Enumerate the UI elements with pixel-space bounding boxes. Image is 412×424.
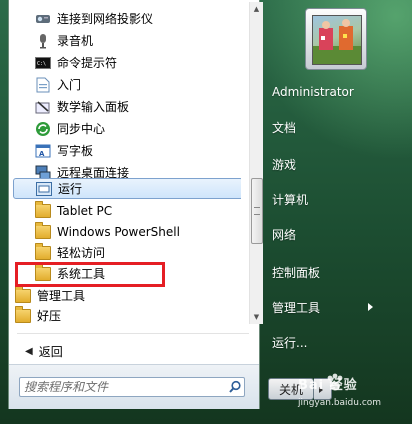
- program-folder-haozip[interactable]: 好压: [13, 305, 241, 326]
- right-item-documents[interactable]: 文档: [272, 117, 296, 137]
- program-list-scrollbar[interactable]: ▲ ▼: [249, 2, 263, 324]
- program-item-command-prompt[interactable]: C:\ 命令提示符: [13, 52, 241, 73]
- program-item-sync-center[interactable]: 同步中心: [13, 118, 241, 139]
- program-label: Windows PowerShell: [57, 224, 180, 239]
- program-label: 入门: [57, 78, 82, 92]
- scroll-down-arrow-icon[interactable]: ▼: [250, 310, 263, 324]
- program-label: Tablet PC: [57, 203, 113, 218]
- search-box[interactable]: [19, 377, 245, 397]
- svg-text:C:\: C:\: [37, 61, 46, 67]
- projector-icon: [35, 11, 51, 27]
- program-label: 命令提示符: [57, 56, 118, 70]
- program-label: 同步中心: [57, 122, 106, 136]
- back-arrow-icon: ◀: [25, 345, 33, 357]
- program-label: 写字板: [57, 144, 94, 158]
- folder-icon: [15, 305, 31, 324]
- program-item-math-input-panel[interactable]: 数学输入面板: [13, 96, 241, 117]
- program-item-sound-recorder[interactable]: 录音机: [13, 30, 241, 51]
- right-item-games[interactable]: 游戏: [272, 154, 296, 174]
- folder-icon: [15, 285, 31, 304]
- watermark-url: jingyan.baidu.com: [298, 398, 382, 408]
- baidu-watermark: Bai 经验 jingyan.baidu.com: [298, 372, 408, 418]
- program-item-network-projector[interactable]: 连接到网络投影仪: [13, 8, 241, 29]
- program-item-getting-started[interactable]: 入门: [13, 74, 241, 95]
- right-item-control-panel[interactable]: 控制面板: [272, 262, 320, 282]
- back-label: 返回: [38, 344, 63, 359]
- divider: [17, 333, 249, 334]
- highlight-annotation-box: [15, 262, 165, 287]
- program-folder-ease-of-access[interactable]: 轻松访问: [13, 242, 241, 263]
- sync-center-icon: [35, 121, 51, 137]
- svg-text:A: A: [39, 150, 45, 158]
- wordpad-icon: A: [35, 143, 51, 159]
- program-label: 好压: [37, 309, 62, 323]
- folder-icon: [35, 242, 51, 261]
- math-input-icon: [35, 99, 51, 115]
- run-icon: [36, 181, 52, 197]
- program-label: 轻松访问: [57, 246, 106, 260]
- paw-icon: [324, 372, 346, 394]
- avatar-picture: [312, 15, 362, 65]
- program-folder-windows-powershell[interactable]: Windows PowerShell: [13, 221, 241, 242]
- program-item-run[interactable]: 运行: [13, 178, 241, 199]
- program-label: 录音机: [57, 34, 94, 48]
- program-label: 运行: [58, 182, 83, 196]
- program-label: 管理工具: [37, 289, 86, 303]
- getting-started-icon: [35, 77, 51, 93]
- program-label: 连接到网络投影仪: [57, 12, 154, 26]
- submenu-arrow-icon: [368, 303, 373, 311]
- microphone-icon: [35, 33, 51, 49]
- user-name[interactable]: Administrator: [272, 82, 354, 102]
- folder-icon: [35, 200, 51, 219]
- search-icon[interactable]: [228, 380, 242, 394]
- program-item-wordpad[interactable]: A 写字板: [13, 140, 241, 161]
- right-item-network[interactable]: 网络: [272, 224, 296, 244]
- user-avatar[interactable]: [305, 8, 367, 70]
- program-folder-admin-tools[interactable]: 管理工具: [13, 285, 241, 306]
- scroll-up-arrow-icon[interactable]: ▲: [250, 2, 263, 16]
- scrollbar-thumb[interactable]: [251, 178, 263, 244]
- program-folder-tablet-pc[interactable]: Tablet PC: [13, 200, 241, 221]
- back-button[interactable]: ◀ 返回: [17, 340, 247, 362]
- right-item-admin-tools[interactable]: 管理工具: [272, 297, 382, 317]
- right-item-run[interactable]: 运行...: [272, 332, 307, 352]
- program-label: 数学输入面板: [57, 100, 130, 114]
- search-area: [9, 364, 259, 409]
- folder-icon: [35, 221, 51, 240]
- search-input[interactable]: [24, 379, 214, 395]
- programs-panel: 连接到网络投影仪 录音机 C:\ 命令提示符 入门 数学输入面板 同步中心 A …: [8, 0, 263, 409]
- right-item-computer[interactable]: 计算机: [272, 189, 308, 209]
- command-prompt-icon: C:\: [35, 55, 51, 71]
